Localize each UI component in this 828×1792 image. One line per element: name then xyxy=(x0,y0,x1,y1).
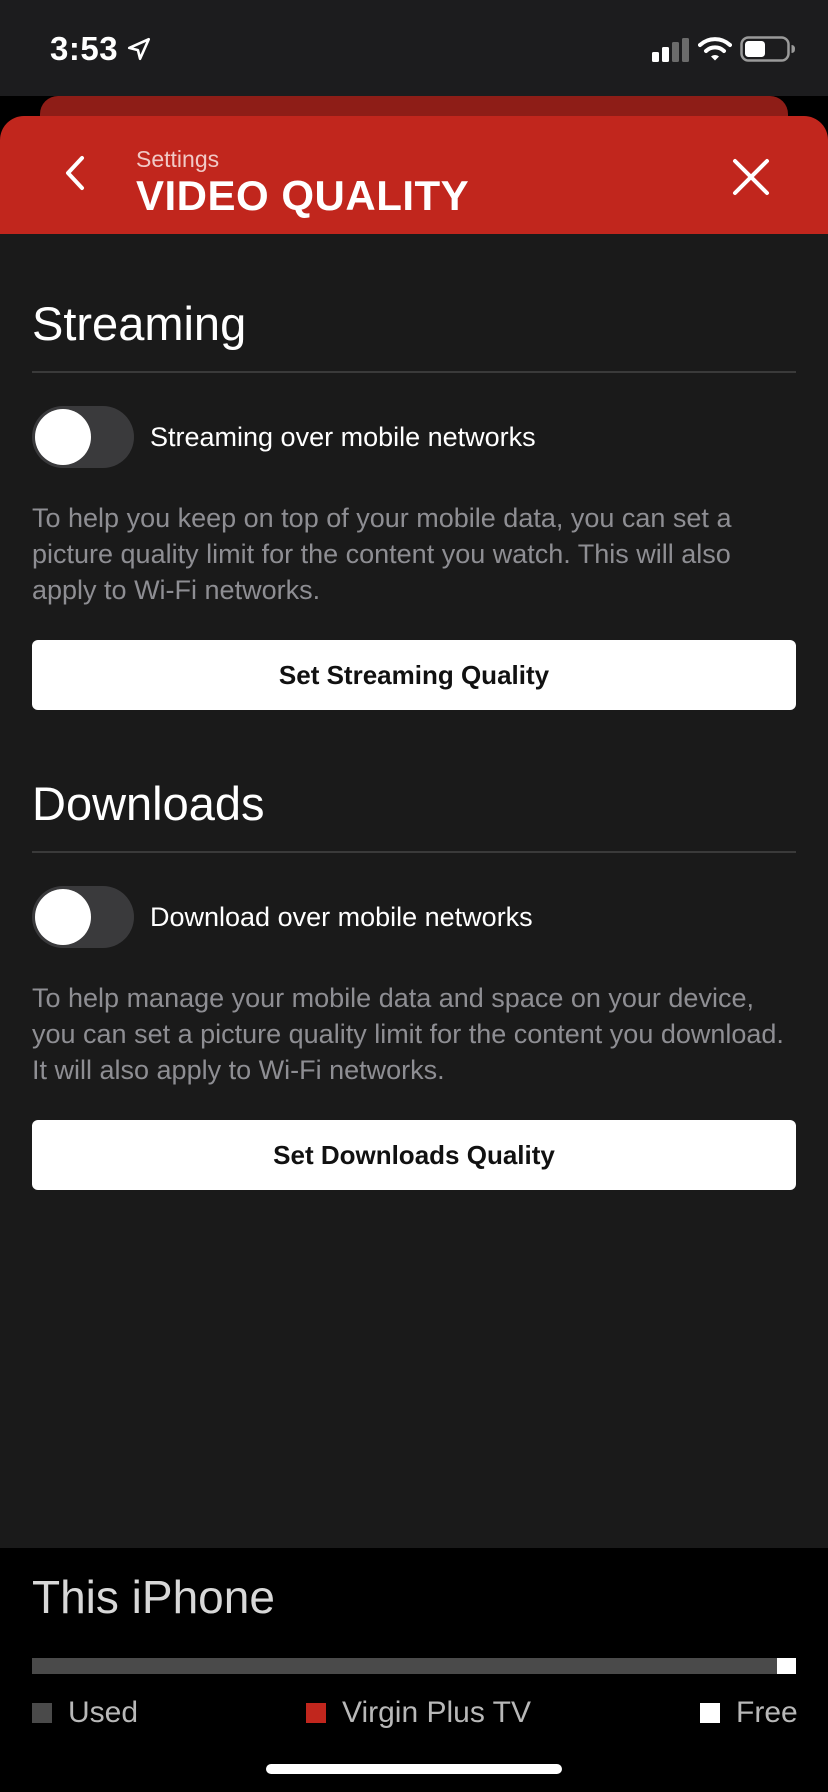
toggle-knob xyxy=(35,889,91,945)
legend-used: Used xyxy=(32,1696,138,1730)
storage-footer: This iPhone Used Virgin Plus TV Free xyxy=(0,1548,828,1792)
header-bar: Settings VIDEO QUALITY xyxy=(0,116,828,234)
storage-title: This iPhone xyxy=(32,1571,275,1623)
location-arrow-icon xyxy=(127,37,151,61)
legend-swatch xyxy=(700,1703,720,1723)
set-downloads-quality-button[interactable]: Set Downloads Quality xyxy=(32,1120,796,1190)
legend-swatch xyxy=(32,1703,52,1723)
legend-free: Free xyxy=(700,1696,798,1730)
battery-icon xyxy=(740,36,795,62)
download-mobile-toggle[interactable] xyxy=(32,886,134,948)
status-time: 3:53 xyxy=(50,30,119,67)
downloads-description: To help manage your mobile data and spac… xyxy=(32,983,784,1085)
header-subtitle: Settings xyxy=(136,146,220,172)
set-streaming-quality-button[interactable]: Set Streaming Quality xyxy=(32,640,796,710)
cellular-signal-icon xyxy=(652,38,689,62)
close-icon[interactable] xyxy=(728,154,774,200)
legend-swatch xyxy=(306,1703,326,1723)
page-title: VIDEO QUALITY xyxy=(136,172,470,219)
status-bar: 3:53 xyxy=(0,0,828,96)
section-title-streaming: Streaming xyxy=(32,297,247,350)
legend-label: Virgin Plus TV xyxy=(342,1696,531,1729)
storage-free-segment xyxy=(776,1658,796,1674)
legend-virgin-plus-tv: Virgin Plus TV xyxy=(306,1696,531,1730)
streaming-toggle-label: Streaming over mobile networks xyxy=(150,422,536,452)
back-chevron-icon[interactable] xyxy=(52,148,102,198)
settings-content: Streaming Streaming over mobile networks… xyxy=(0,234,828,1548)
section-title-downloads: Downloads xyxy=(32,777,265,830)
divider xyxy=(32,371,796,373)
storage-bar xyxy=(32,1658,796,1674)
toggle-knob xyxy=(35,409,91,465)
streaming-mobile-toggle[interactable] xyxy=(32,406,134,468)
home-indicator xyxy=(266,1764,562,1774)
download-toggle-label: Download over mobile networks xyxy=(150,902,533,932)
wifi-icon xyxy=(698,37,732,61)
streaming-description: To help you keep on top of your mobile d… xyxy=(32,503,732,605)
legend-label: Used xyxy=(68,1696,139,1729)
divider xyxy=(32,851,796,853)
legend-label: Free xyxy=(736,1696,798,1729)
